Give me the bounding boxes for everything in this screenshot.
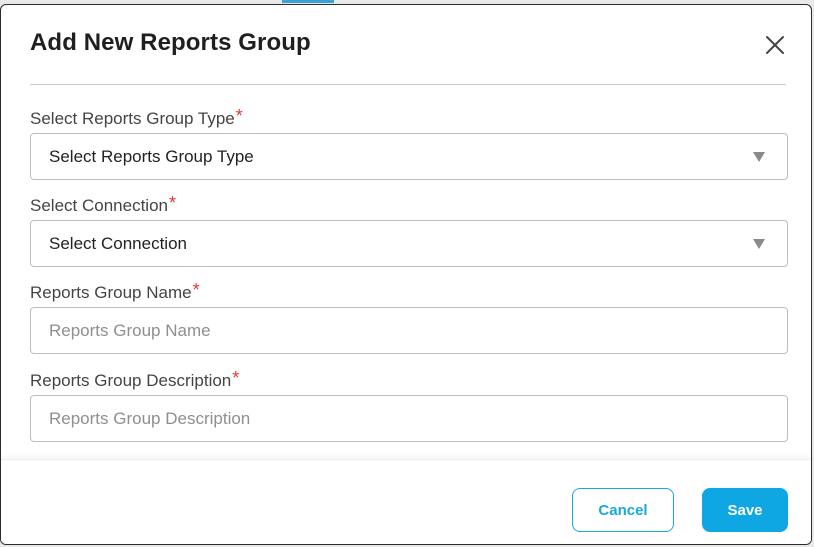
close-icon [766, 36, 784, 54]
connection-selected-value: Select Connection [49, 233, 187, 253]
required-marker: * [192, 280, 200, 300]
add-reports-group-dialog: Add New Reports Group Select Reports Gro… [0, 4, 812, 545]
background-tab-indicator [282, 0, 334, 3]
close-button[interactable] [764, 34, 786, 56]
dialog-title: Add New Reports Group [30, 29, 311, 56]
dialog-header: Add New Reports Group [30, 5, 786, 85]
group-type-select[interactable]: Select Reports Group Type [30, 133, 788, 180]
required-marker: * [232, 368, 240, 388]
group-description-label: Reports Group Description* [30, 368, 240, 390]
required-marker: * [235, 106, 243, 126]
group-name-label: Reports Group Name* [30, 280, 200, 302]
dropdown-arrow-icon [753, 152, 765, 162]
required-marker: * [168, 193, 176, 213]
group-type-selected-value: Select Reports Group Type [49, 146, 254, 166]
connection-select[interactable]: Select Connection [30, 220, 788, 267]
group-type-label: Select Reports Group Type* [30, 106, 243, 128]
save-button[interactable]: Save [702, 488, 788, 532]
group-name-input[interactable] [30, 307, 788, 354]
cancel-button[interactable]: Cancel [572, 488, 674, 532]
dropdown-arrow-icon [753, 239, 765, 249]
connection-label: Select Connection* [30, 193, 176, 215]
group-description-input[interactable] [30, 395, 788, 442]
dialog-footer: Cancel Save [1, 459, 811, 544]
